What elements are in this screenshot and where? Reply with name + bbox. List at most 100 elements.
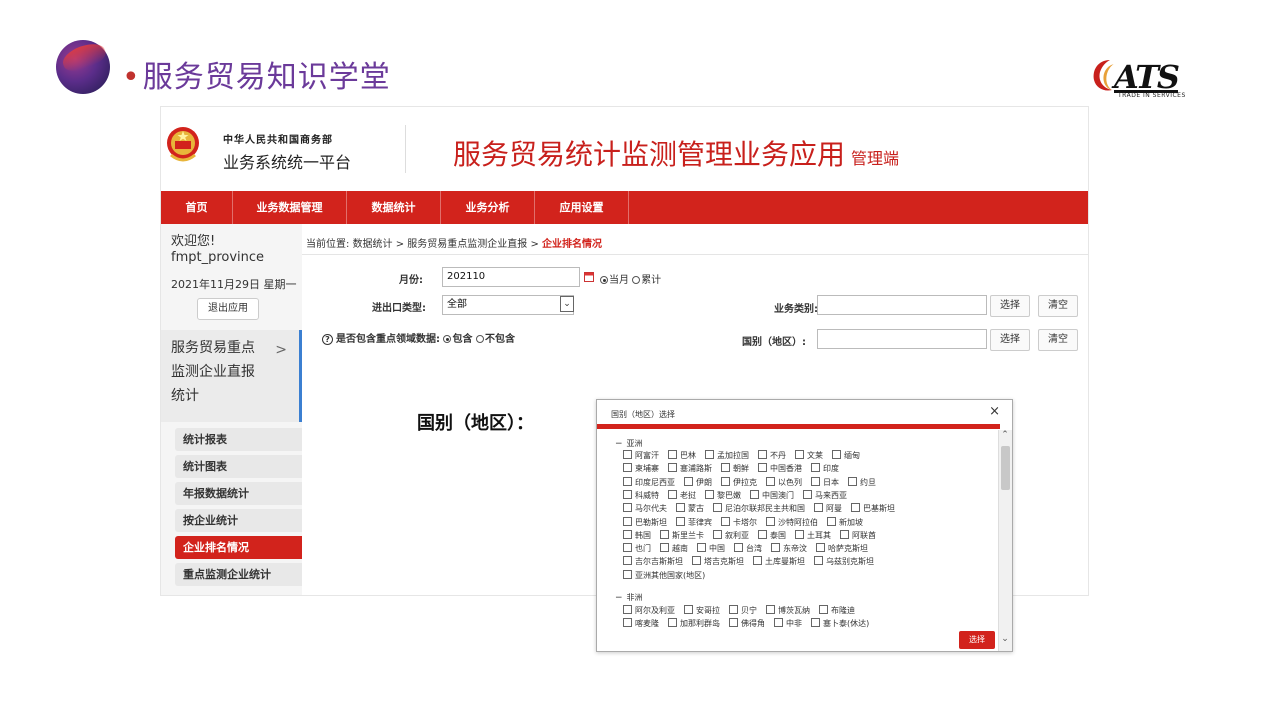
africa-country-checkbox[interactable]: 安哥拉 [684, 605, 720, 616]
nav-item-business-data[interactable]: 业务数据管理 [233, 191, 347, 224]
dialog-select-button[interactable]: 选择 [959, 631, 995, 649]
asia-country-checkbox[interactable]: 沙特阿拉伯 [766, 517, 818, 528]
asia-country-checkbox[interactable]: 亚洲其他国家(地区) [623, 570, 705, 581]
asia-country-checkbox[interactable]: 土耳其 [795, 530, 831, 541]
country-clear-button[interactable]: 清空 [1038, 329, 1078, 351]
asia-country-checkbox[interactable]: 马尔代夫 [623, 503, 667, 514]
nav-item-app-settings[interactable]: 应用设置 [535, 191, 629, 224]
country-select-button[interactable]: 选择 [990, 329, 1030, 351]
top-nav: 首页 业务数据管理 数据统计 业务分析 应用设置 [161, 191, 1088, 224]
asia-country-checkbox[interactable]: 不丹 [758, 450, 786, 461]
trade-type-select[interactable]: 全部 [442, 295, 574, 315]
africa-country-checkbox[interactable]: 喀麦隆 [623, 618, 659, 629]
asia-country-checkbox[interactable]: 柬埔寨 [623, 463, 659, 474]
asia-country-checkbox[interactable]: 巴勒斯坦 [623, 517, 667, 528]
country-input[interactable] [817, 329, 987, 349]
sidebar-item-stat-charts[interactable]: 统计图表 [175, 455, 302, 478]
asia-country-checkbox[interactable]: 阿曼 [814, 503, 842, 514]
asia-country-checkbox[interactable]: 老挝 [668, 490, 696, 501]
sidebar-item-by-company[interactable]: 按企业统计 [175, 509, 302, 532]
logout-button[interactable]: 退出应用 [197, 298, 259, 320]
asia-country-checkbox[interactable]: 斯里兰卡 [660, 530, 704, 541]
sidebar-item-company-ranking[interactable]: 企业排名情况 [175, 536, 302, 559]
asia-country-checkbox[interactable]: 叙利亚 [713, 530, 749, 541]
asia-country-checkbox[interactable]: 科威特 [623, 490, 659, 501]
close-icon[interactable]: × [989, 404, 1000, 419]
asia-country-checkbox[interactable]: 塞浦路斯 [668, 463, 712, 474]
asia-country-checkbox[interactable]: 哈萨克斯坦 [816, 543, 868, 554]
help-icon[interactable]: ? [322, 334, 333, 345]
asia-country-checkbox[interactable]: 蒙古 [676, 503, 704, 514]
radio-cumulative[interactable] [632, 276, 641, 284]
asia-country-checkbox[interactable]: 巴基斯坦 [851, 503, 895, 514]
asia-country-checkbox[interactable]: 越南 [660, 543, 688, 554]
business-type-select-button[interactable]: 选择 [990, 295, 1030, 317]
asia-country-checkbox[interactable]: 黎巴嫩 [705, 490, 741, 501]
sidebar-item-stat-reports[interactable]: 统计报表 [175, 428, 302, 451]
asia-country-checkbox[interactable]: 东帝汶 [771, 543, 807, 554]
group-africa[interactable]: 非洲 [615, 592, 643, 603]
asia-country-checkbox[interactable]: 约旦 [848, 477, 876, 488]
asia-country-checkbox[interactable]: 泰国 [758, 530, 786, 541]
month-input[interactable]: 202110 [442, 267, 580, 287]
welcome-greeting: 欢迎您! [171, 234, 216, 249]
asia-country-checkbox[interactable]: 台湾 [734, 543, 762, 554]
scroll-up-icon[interactable]: ⌃ [999, 430, 1011, 440]
asia-country-checkbox[interactable]: 巴林 [668, 450, 696, 461]
asia-country-checkbox[interactable]: 塔吉克斯坦 [692, 556, 744, 567]
asia-country-checkbox[interactable]: 朝鲜 [721, 463, 749, 474]
asia-country-checkbox[interactable]: 阿富汗 [623, 450, 659, 461]
nav-item-home[interactable]: 首页 [161, 191, 233, 224]
asia-country-row: 韩国 斯里兰卡 叙利亚 泰国 土耳其 阿联酋 [623, 530, 885, 541]
africa-country-checkbox[interactable]: 佛得角 [729, 618, 765, 629]
group-asia[interactable]: 亚洲 [615, 438, 643, 449]
asia-country-checkbox[interactable]: 印度 [811, 463, 839, 474]
sidebar-item-key-monitoring[interactable]: 重点监测企业统计 [175, 563, 302, 586]
asia-country-checkbox[interactable]: 韩国 [623, 530, 651, 541]
business-type-input[interactable] [817, 295, 987, 315]
asia-country-checkbox[interactable]: 孟加拉国 [705, 450, 749, 461]
asia-country-checkbox[interactable]: 乌兹别克斯坦 [814, 556, 874, 567]
calendar-icon[interactable] [584, 272, 594, 282]
asia-country-checkbox[interactable]: 印度尼西亚 [623, 477, 675, 488]
africa-country-checkbox[interactable]: 加那利群岛 [668, 618, 720, 629]
nav-item-data-statistics[interactable]: 数据统计 [347, 191, 441, 224]
sidebar-category[interactable]: 服务贸易重点 监测企业直报 统计 > [161, 330, 302, 422]
radio-exclude[interactable] [475, 335, 484, 343]
africa-country-checkbox[interactable]: 贝宁 [729, 605, 757, 616]
africa-country-checkbox[interactable]: 博茨瓦纳 [766, 605, 810, 616]
asia-country-checkbox[interactable]: 以色列 [766, 477, 802, 488]
asia-country-checkbox[interactable]: 文莱 [795, 450, 823, 461]
asia-country-checkbox[interactable]: 新加坡 [827, 517, 863, 528]
africa-country-checkbox[interactable]: 中非 [774, 618, 802, 629]
asia-country-checkbox[interactable]: 卡塔尔 [721, 517, 757, 528]
nav-item-business-analysis[interactable]: 业务分析 [441, 191, 535, 224]
asia-country-checkbox[interactable]: 中国香港 [758, 463, 802, 474]
asia-country-checkbox[interactable]: 马来西亚 [803, 490, 847, 501]
chevron-down-icon[interactable]: ⌄ [560, 296, 574, 312]
chevron-right-icon: > [275, 342, 287, 358]
asia-country-checkbox[interactable]: 伊拉克 [721, 477, 757, 488]
asia-country-checkbox[interactable]: 尼泊尔联邦民主共和国 [713, 503, 805, 514]
radio-include-label: 包含 [452, 334, 473, 345]
asia-country-checkbox[interactable]: 缅甸 [832, 450, 860, 461]
radio-include[interactable] [443, 335, 452, 343]
africa-country-checkbox[interactable]: 塞卜泰(休达) [811, 618, 869, 629]
africa-country-checkbox[interactable]: 布隆迪 [819, 605, 855, 616]
asia-country-checkbox[interactable]: 中国澳门 [750, 490, 794, 501]
radio-current-month[interactable] [600, 276, 608, 284]
asia-country-checkbox[interactable]: 吉尔吉斯斯坦 [623, 556, 683, 567]
asia-country-checkbox[interactable]: 伊朗 [684, 477, 712, 488]
scroll-thumb[interactable] [1001, 446, 1010, 490]
scroll-down-icon[interactable]: ⌄ [999, 634, 1011, 644]
asia-country-row: 柬埔寨 塞浦路斯 朝鲜 中国香港 印度 [623, 463, 848, 474]
africa-country-checkbox[interactable]: 阿尔及利亚 [623, 605, 675, 616]
business-type-clear-button[interactable]: 清空 [1038, 295, 1078, 317]
asia-country-checkbox[interactable]: 中国 [697, 543, 725, 554]
sidebar-item-annual-stats[interactable]: 年报数据统计 [175, 482, 302, 505]
asia-country-checkbox[interactable]: 日本 [811, 477, 839, 488]
asia-country-checkbox[interactable]: 也门 [623, 543, 651, 554]
asia-country-checkbox[interactable]: 菲律宾 [676, 517, 712, 528]
asia-country-checkbox[interactable]: 土库曼斯坦 [753, 556, 805, 567]
asia-country-checkbox[interactable]: 阿联酋 [840, 530, 876, 541]
